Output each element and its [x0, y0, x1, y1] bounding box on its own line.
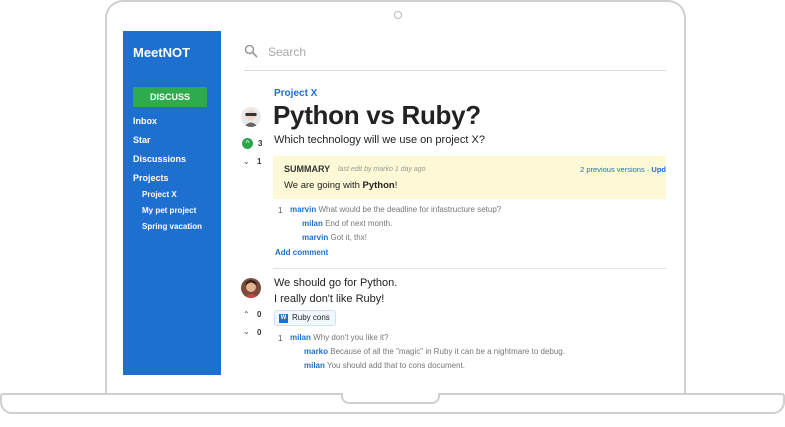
avatar-question-author	[241, 107, 261, 127]
avatar-answer-author	[241, 278, 261, 298]
answer-text-line-1: We should go for Python.	[274, 277, 398, 289]
update-link[interactable]: Upd	[651, 165, 666, 174]
divider	[273, 268, 666, 269]
question-title: Python vs Ruby?	[273, 100, 481, 130]
summary-text: We are going with Python!	[284, 180, 398, 191]
comment-user[interactable]: milan	[302, 219, 323, 228]
comment-row: milan Why don't you like it?	[290, 333, 389, 342]
comment-row: milan You should add that to cons docume…	[304, 361, 466, 370]
document-icon: W	[279, 313, 288, 323]
question-upvote-count: 3	[258, 139, 263, 148]
downvote-icon[interactable]: ⌄	[243, 327, 250, 336]
comment-user[interactable]: marvin	[302, 233, 328, 242]
sidebar-project-x[interactable]: Project X	[142, 190, 177, 199]
comment-user[interactable]: marvin	[290, 205, 316, 214]
search-input[interactable]	[266, 42, 570, 62]
discuss-button[interactable]: DISCUSS	[133, 87, 207, 107]
comment-user[interactable]: milan	[290, 333, 311, 342]
comment-row: marvin Got it, thx!	[302, 233, 367, 242]
answer-upvote-count: 0	[257, 310, 262, 319]
main-content: ^ 3 ⌄ 1 Project X Python vs Ruby? Which …	[221, 31, 666, 375]
summary-links: 2 previous versions · Upd	[580, 165, 666, 174]
answer-text-line-2: I really don't like Ruby!	[274, 293, 385, 305]
question-subtitle: Which technology will we use on project …	[274, 134, 485, 146]
camera-icon	[394, 11, 402, 19]
screen: MeetNOT DISCUSS Inbox Star Discussions P…	[123, 31, 666, 375]
sidebar-item-star[interactable]: Star	[133, 135, 151, 145]
sidebar-item-inbox[interactable]: Inbox	[133, 116, 157, 126]
upvote-icon[interactable]: ⌃	[243, 310, 250, 319]
sidebar-project-pet[interactable]: My pet project	[142, 206, 196, 215]
search-bar	[244, 31, 666, 71]
downvote-icon[interactable]: ⌄	[243, 157, 250, 166]
brand-logo[interactable]: MeetNOT	[133, 45, 190, 60]
comment-user[interactable]: milan	[304, 361, 325, 370]
sidebar-item-projects[interactable]: Projects	[133, 173, 169, 183]
comment-row: marvin What would be the deadline for in…	[290, 205, 502, 214]
project-link[interactable]: Project X	[274, 88, 317, 99]
answer-downvote-count: 0	[257, 328, 262, 337]
attachment-label: Ruby cons	[292, 313, 330, 322]
sidebar: MeetNOT DISCUSS Inbox Star Discussions P…	[123, 31, 221, 375]
search-icon[interactable]	[244, 44, 258, 58]
sidebar-item-discussions[interactable]: Discussions	[133, 154, 186, 164]
comment-user[interactable]: marko	[304, 347, 328, 356]
laptop-base-notch	[341, 393, 440, 404]
comment-row: marko Because of all the "magic" in Ruby…	[304, 347, 565, 356]
question-downvote-count: 1	[257, 157, 262, 166]
comment-count: 1	[278, 334, 283, 343]
summary-label: SUMMARY	[284, 164, 331, 174]
ruby-cons-attachment[interactable]: W Ruby cons	[274, 310, 336, 326]
add-comment-link[interactable]: Add comment	[275, 248, 328, 257]
summary-box: SUMMARY last edit by marko 1 day ago 2 p…	[273, 156, 666, 199]
comment-count: 1	[278, 206, 283, 215]
comment-row: milan End of next month.	[302, 219, 393, 228]
upvote-icon[interactable]: ^	[242, 138, 253, 149]
summary-meta: last edit by marko 1 day ago	[338, 166, 426, 173]
sidebar-project-spring[interactable]: Spring vacation	[142, 222, 202, 231]
previous-versions-link[interactable]: 2 previous versions	[580, 165, 645, 174]
